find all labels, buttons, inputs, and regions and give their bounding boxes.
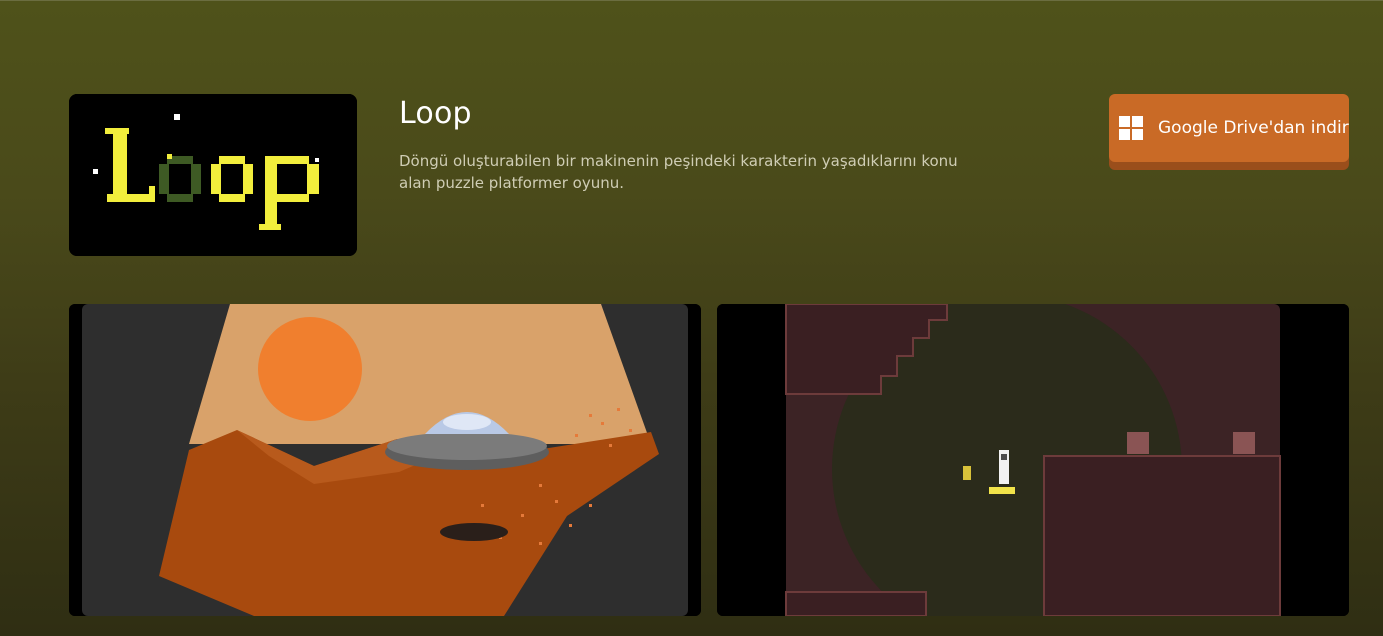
cave-platform-art [717,304,1349,616]
download-button-label: Google Drive'dan indir [1158,118,1349,138]
game-logo [69,94,357,256]
download-button[interactable]: Google Drive'dan indir [1109,94,1349,162]
screenshot-desert-ufo[interactable] [69,304,701,616]
game-description: Döngü oluşturabilen bir makinenin peşind… [399,152,958,192]
desert-ufo-art [69,304,701,616]
windows-icon [1119,116,1143,140]
screenshot-cave-platform[interactable] [717,304,1349,616]
loop-logo-art [69,94,357,256]
top-border-line [0,0,1383,1]
game-title: Loop [399,96,472,131]
